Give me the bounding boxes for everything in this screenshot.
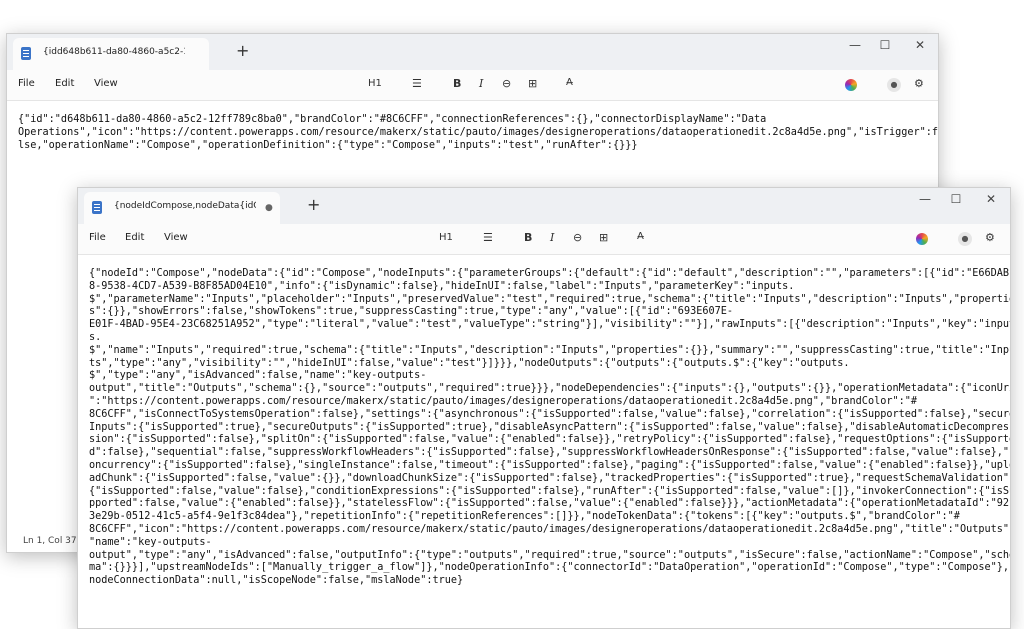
heading-dropdown[interactable]: H1 — [368, 78, 382, 89]
italic-icon[interactable]: I — [479, 77, 483, 90]
text-line: oncurrency":{"isSupported":false},"singl… — [89, 459, 1011, 471]
tab-title: {idd648b611-da80-4860-a5c2-12ff7… — [43, 47, 185, 57]
front-text-editor[interactable]: {"nodeId":"Compose","nodeData":{"id":"Co… — [78, 254, 1010, 628]
text-line: $","name":"Inputs","required":true,"sche… — [89, 344, 1011, 356]
menu-bar: File Edit View H1 ☰ B I ⊖ ⊞ A̶ ● ⚙ — [7, 70, 938, 100]
bullet-list-icon[interactable]: ☰ — [412, 77, 422, 90]
close-icon[interactable]: ✕ — [973, 192, 1009, 206]
menu-edit[interactable]: Edit — [55, 78, 74, 89]
text-line: ma":{}}}],"upstreamNodeIds":["Manually_t… — [89, 562, 1011, 574]
text-line: sion":{"isSupported":false},"splitOn":{"… — [89, 434, 1011, 446]
table-icon[interactable]: ⊞ — [599, 231, 608, 244]
maximize-icon[interactable]: ☐ — [867, 38, 903, 52]
text-line: 3e29b-0512-41c5-a5f4-9e1f3c84dea"},"repe… — [89, 511, 960, 523]
new-tab-icon[interactable]: + — [307, 195, 320, 214]
title-bar: {nodeIdCompose,nodeData{idCom… ● + — ☐ ✕ — [78, 188, 1010, 224]
copilot-icon[interactable] — [916, 233, 928, 245]
text-line: {"nodeId":"Compose","nodeData":{"id":"Co… — [89, 268, 1011, 279]
menu-bar: File Edit View H1 ☰ B I ⊖ ⊞ A̶ ● ⚙ — [78, 224, 1010, 254]
notepad-icon — [92, 201, 102, 214]
front-notepad-window: {nodeIdCompose,nodeData{idCom… ● + — ☐ ✕… — [77, 187, 1011, 629]
text-line: output","title":"Outputs","schema":{},"s… — [89, 383, 1011, 395]
text-line: Inputs":{"isSupported":true},"secureOutp… — [89, 421, 1010, 433]
title-bar: {idd648b611-da80-4860-a5c2-12ff7… + — ☐ … — [7, 34, 938, 70]
clear-format-icon[interactable]: A̶ — [566, 77, 573, 88]
front-document-text: {"nodeId":"Compose","nodeData":{"id":"Co… — [89, 268, 1010, 588]
front-document-tab[interactable]: {nodeIdCompose,nodeData{idCom… ● — [84, 192, 280, 224]
text-line: 8C6CFF","isConnectToSystemsOperation":fa… — [89, 408, 1011, 420]
settings-icon[interactable]: ⚙ — [985, 231, 995, 244]
status-line-column: Ln 1, Col 376 — [23, 536, 83, 546]
text-line: $","type":"any","isAdvanced":false,"name… — [89, 370, 427, 382]
link-icon[interactable]: ⊖ — [573, 231, 582, 244]
account-icon[interactable]: ● — [958, 232, 972, 246]
menu-view[interactable]: View — [94, 78, 118, 89]
text-line: adChunk":{"isSupported":false,"value":{}… — [89, 472, 1011, 484]
heading-dropdown[interactable]: H1 — [439, 232, 453, 243]
text-line: pported":false,"value":{"enabled":false}… — [89, 498, 1011, 510]
text-line: E01F-4BAD-95E4-23C68251A952","type":"lit… — [89, 319, 1011, 331]
text-line: d":false},"sequential":false,"suppressWo… — [89, 447, 1011, 459]
text-line: $","parameterName":"Inputs","placeholder… — [89, 293, 1011, 305]
menu-file[interactable]: File — [89, 232, 106, 243]
text-line: 8-9538-4CD7-A539-B8F85AD04E10","info":{"… — [89, 280, 795, 292]
text-line: Operations","icon":"https://content.powe… — [18, 126, 939, 138]
clear-format-icon[interactable]: A̶ — [637, 231, 644, 242]
link-icon[interactable]: ⊖ — [502, 77, 511, 90]
text-line: ts","type":"any","visibility":"","hideIn… — [89, 357, 850, 369]
menu-edit[interactable]: Edit — [125, 232, 144, 243]
text-line: 8C6CFF","icon":"https://content.powerapp… — [89, 523, 1011, 535]
text-line: ":"https://content.powerapps.com/resourc… — [89, 395, 918, 407]
text-line: {"id":"d648b611-da80-4860-a5c2-12ff789c8… — [18, 114, 767, 125]
text-line: "name":"key-outputs- — [89, 536, 212, 548]
unsaved-dot-icon: ● — [265, 203, 273, 213]
new-tab-icon[interactable]: + — [236, 41, 249, 60]
text-line: {"isSupported":false,"value":false},"con… — [89, 485, 1011, 497]
settings-icon[interactable]: ⚙ — [914, 77, 924, 90]
text-line: nodeConnectionData":null,"isScopeNode":f… — [89, 575, 464, 587]
bold-icon[interactable]: B — [524, 231, 532, 244]
maximize-icon[interactable]: ☐ — [938, 192, 974, 206]
close-icon[interactable]: ✕ — [902, 38, 938, 52]
bold-icon[interactable]: B — [453, 77, 461, 90]
tab-title: {nodeIdCompose,nodeData{idCom… — [114, 201, 256, 211]
menu-file[interactable]: File — [18, 78, 35, 89]
menu-view[interactable]: View — [164, 232, 188, 243]
bullet-list-icon[interactable]: ☰ — [483, 231, 493, 244]
text-line: lse,"operationName":"Compose","operation… — [18, 139, 638, 151]
text-line: s. — [89, 331, 102, 343]
notepad-icon — [21, 47, 31, 60]
account-icon[interactable]: ● — [887, 78, 901, 92]
back-document-text: {"id":"d648b611-da80-4860-a5c2-12ff789c8… — [18, 114, 938, 152]
table-icon[interactable]: ⊞ — [528, 77, 537, 90]
copilot-icon[interactable] — [845, 79, 857, 91]
text-line: s":{}},"showErrors":false,"showTokens":t… — [89, 306, 734, 318]
italic-icon[interactable]: I — [550, 231, 554, 244]
text-line: output","type":"any","isAdvanced":false,… — [89, 549, 1011, 561]
back-document-tab[interactable]: {idd648b611-da80-4860-a5c2-12ff7… — [13, 38, 209, 70]
